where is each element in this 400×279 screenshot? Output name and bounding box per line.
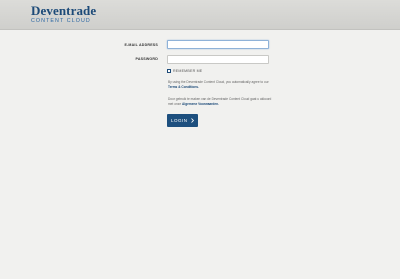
brand-subtitle: CONTENT CLOUD <box>31 18 91 24</box>
brand-logo: Deventrade <box>31 3 97 18</box>
top-header: Deventrade CONTENT CLOUD <box>0 0 400 30</box>
terms-notice: By using the Deventrade Content Cloud, y… <box>168 80 273 89</box>
password-label: PASSWORD <box>135 57 158 61</box>
terms-link-dutch[interactable]: Algemene Voorwaarden. <box>182 102 219 106</box>
remember-me-checkbox[interactable] <box>167 69 171 73</box>
login-button[interactable]: LOGIN <box>167 114 198 127</box>
email-field[interactable] <box>167 40 269 49</box>
terms-notice-dutch: Door gebruik te maken van de Deventrade … <box>168 97 273 106</box>
remember-me-label: REMEMBER ME <box>173 69 203 74</box>
login-button-label: LOGIN <box>171 118 188 123</box>
terms-text: By using the Deventrade Content Cloud, y… <box>168 80 269 84</box>
terms-link[interactable]: Terms & Conditions. <box>168 85 199 89</box>
email-label: E-MAIL ADDRESS <box>124 43 158 47</box>
chevron-right-icon <box>191 117 194 123</box>
password-field[interactable] <box>167 55 269 64</box>
